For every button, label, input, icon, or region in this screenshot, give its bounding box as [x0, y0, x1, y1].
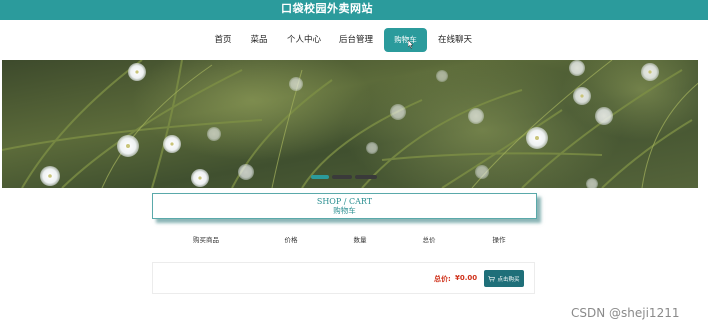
total-label: 总价: [434, 275, 451, 283]
cart-icon [488, 275, 496, 281]
buy-button-label: 点击购买 [497, 276, 520, 283]
site-header-bar: 口袋校园外卖网站 [0, 0, 708, 20]
banner-slider-dots [311, 175, 377, 180]
total-value: ¥0.00 [455, 274, 478, 282]
column-header-quantity: 数量 [353, 236, 367, 244]
slider-dot-1[interactable] [311, 175, 329, 179]
section-heading-box: SHOP / CART 购物车 [152, 193, 537, 219]
section-heading-english: SHOP / CART [316, 197, 373, 206]
buy-button[interactable]: 点击购买 [484, 270, 524, 287]
column-header-product: 购买商品 [193, 236, 219, 244]
nav-item-online-chat[interactable]: 在线聊天 [434, 28, 476, 52]
nav-item-personal-center[interactable]: 个人中心 [283, 28, 325, 52]
nav-item-cart[interactable]: 购物车 [384, 28, 427, 52]
cart-table-header: 购买商品 价格 数量 总价 操作 [0, 234, 708, 246]
mouse-cursor-icon [408, 40, 414, 49]
column-header-total: 总价 [422, 236, 436, 244]
banner-image [2, 60, 698, 188]
nav-item-admin[interactable]: 后台管理 [335, 28, 377, 52]
main-nav: 首页 菜品 个人中心 后台管理 购物车 在线聊天 [0, 28, 708, 52]
slider-dot-3[interactable] [355, 175, 377, 179]
column-header-price: 价格 [284, 236, 298, 244]
nav-item-home[interactable]: 首页 [210, 28, 236, 52]
column-header-actions: 操作 [492, 236, 506, 244]
hero-banner [2, 60, 698, 188]
site-title: 口袋校园外卖网站 [281, 2, 373, 15]
nav-item-dishes[interactable]: 菜品 [246, 28, 272, 52]
cart-summary: 总价: ¥0.00 点击购买 [152, 262, 535, 294]
section-heading-chinese: 购物车 [333, 206, 356, 215]
watermark: CSDN @sheji1211 [571, 306, 680, 320]
slider-dot-2[interactable] [332, 175, 352, 179]
